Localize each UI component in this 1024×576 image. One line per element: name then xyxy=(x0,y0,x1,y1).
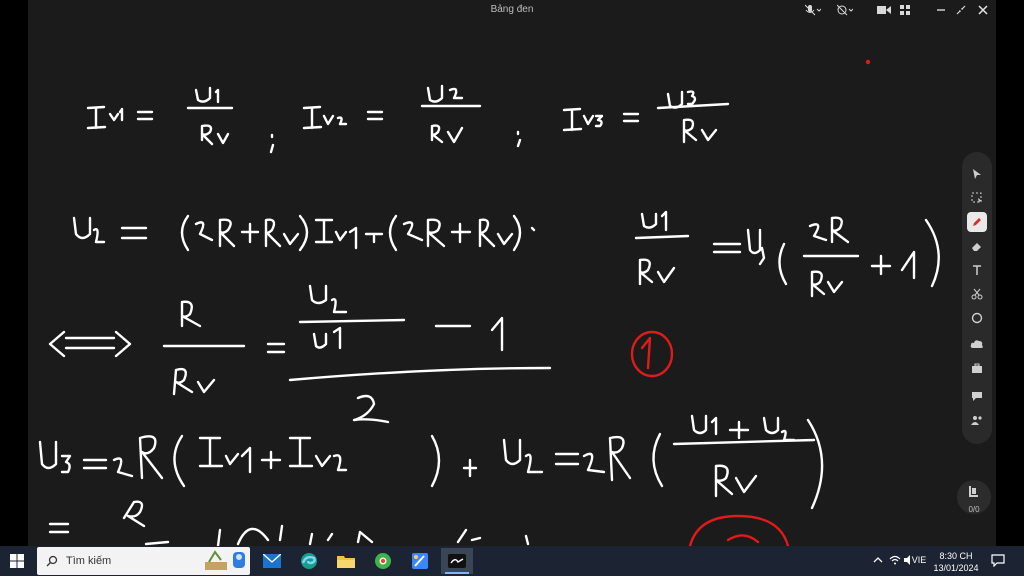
shape-icon[interactable] xyxy=(967,308,987,328)
pointer-icon[interactable] xyxy=(967,164,987,184)
close-icon[interactable] xyxy=(976,2,990,18)
scissors-icon[interactable] xyxy=(967,284,987,304)
equation-line-4 xyxy=(38,414,824,510)
video-icon[interactable] xyxy=(876,2,892,18)
clock[interactable]: 8:30 CH 13/01/2024 xyxy=(930,550,982,574)
people-icon[interactable] xyxy=(967,410,987,430)
select-icon[interactable] xyxy=(967,188,987,208)
wifi-icon[interactable] xyxy=(888,552,902,568)
minimize-icon[interactable] xyxy=(934,2,948,18)
page-count: 0/0 xyxy=(968,505,980,514)
equation-line-5 xyxy=(48,500,530,546)
clock-date: 13/01/2024 xyxy=(933,563,979,573)
page-icon xyxy=(969,486,978,497)
taskbar: Tìm kiếm VIE 8:30 CH 13/01/2024 xyxy=(0,546,1024,576)
clock-time: 8:30 CH xyxy=(939,551,973,561)
camera-off-icon[interactable] xyxy=(834,2,856,18)
file-explorer-icon[interactable] xyxy=(330,548,362,574)
search-highlight-icon xyxy=(205,550,245,570)
handwritten-equations xyxy=(38,59,940,546)
chat-icon[interactable] xyxy=(967,386,987,406)
chrome-like-icon[interactable] xyxy=(367,548,399,574)
taskbar-search[interactable]: Tìm kiếm xyxy=(37,547,250,575)
board-canvas[interactable] xyxy=(28,20,996,546)
red-annotation-partial xyxy=(688,514,790,546)
equation-line-1 xyxy=(86,84,730,154)
edge-icon[interactable] xyxy=(293,548,325,574)
text-icon[interactable] xyxy=(967,260,987,280)
mic-off-icon[interactable] xyxy=(802,2,824,18)
tool-panel xyxy=(962,152,992,444)
paint-icon[interactable] xyxy=(404,548,436,574)
language-indicator[interactable]: VIE xyxy=(911,552,927,568)
pen-icon[interactable] xyxy=(967,212,987,232)
eraser-icon[interactable] xyxy=(967,236,987,256)
notification-icon[interactable] xyxy=(990,552,1006,568)
toolbox-icon[interactable] xyxy=(967,358,987,378)
mail-icon[interactable] xyxy=(256,548,288,574)
whiteboard-app-icon[interactable] xyxy=(441,548,473,574)
title-bar: Bảng đen xyxy=(28,0,996,20)
search-icon xyxy=(46,555,58,567)
cloud-icon[interactable] xyxy=(967,334,987,354)
search-placeholder: Tìm kiếm xyxy=(66,555,112,567)
equation-line-2 xyxy=(72,210,940,298)
equation-line-3 xyxy=(48,284,552,424)
grid-icon[interactable] xyxy=(898,2,912,18)
chevron-up-icon[interactable] xyxy=(872,552,884,568)
windows-start-icon[interactable] xyxy=(6,551,28,571)
whiteboard-window: Bảng đen 0/0 xyxy=(28,0,996,546)
restore-icon[interactable] xyxy=(954,2,968,18)
circled-label-1 xyxy=(630,330,674,378)
red-dot xyxy=(865,59,871,65)
